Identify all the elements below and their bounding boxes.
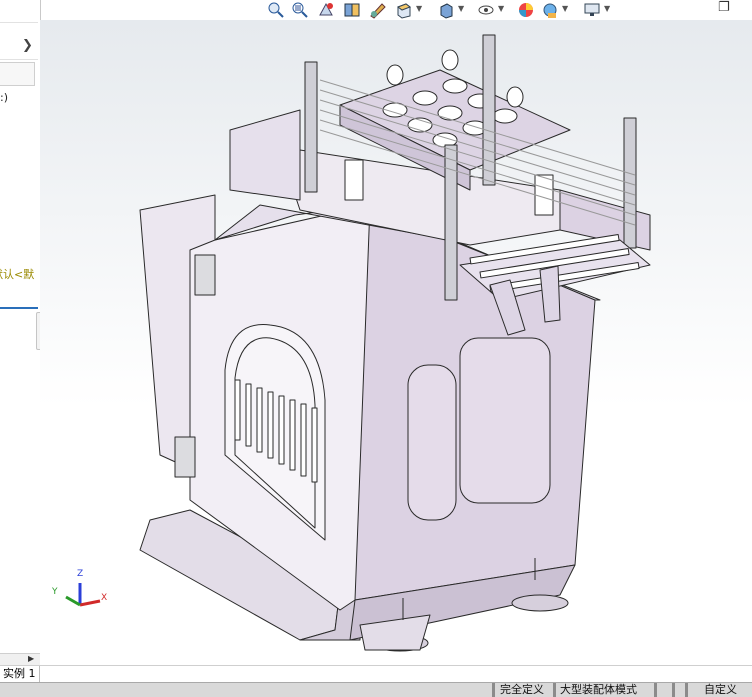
edit-appearance-icon[interactable]	[516, 1, 536, 19]
tab-instance-1[interactable]: 实例 1	[0, 666, 40, 682]
status-large-assembly-mode: 大型装配体模式	[560, 683, 637, 696]
reference-triad: Z X Y	[52, 569, 112, 613]
triad-z-label: Z	[77, 569, 84, 579]
previous-view-icon[interactable]	[316, 1, 336, 19]
fm-selection-divider	[0, 307, 38, 309]
feature-manager-panel: ❯ :) 默认<默 ▶	[0, 0, 41, 666]
hide-show-dropdown-icon[interactable]: ▼	[498, 4, 504, 13]
status-separator	[672, 683, 675, 697]
graphics-area[interactable]: Z X Y	[40, 20, 752, 665]
display-style-icon[interactable]	[436, 1, 456, 19]
fm-collapse-row[interactable]: ❯	[0, 35, 38, 60]
view-orientation-dropdown-icon[interactable]: ▼	[416, 4, 422, 13]
heads-up-view-toolbar: ▼ ▼ ▼ ▼ ▼ ❐	[260, 0, 752, 20]
status-separator	[492, 683, 495, 697]
dynamic-annotation-icon[interactable]	[368, 1, 388, 19]
status-fully-defined: 完全定义	[500, 683, 544, 696]
chevron-right-icon[interactable]: ❯	[22, 38, 33, 53]
fm-filter-field[interactable]	[0, 62, 35, 86]
apply-scene-dropdown-icon[interactable]: ▼	[562, 4, 568, 13]
hide-show-items-icon[interactable]	[476, 1, 496, 19]
fm-header-row	[0, 0, 38, 23]
status-separator	[654, 683, 657, 697]
view-settings-dropdown-icon[interactable]: ▼	[604, 4, 610, 13]
status-separator	[553, 683, 556, 697]
zoom-to-fit-icon[interactable]	[266, 1, 286, 19]
apply-scene-icon[interactable]	[540, 1, 560, 19]
machine-assembly-model	[139, 34, 651, 652]
section-view-icon[interactable]	[342, 1, 362, 19]
display-style-dropdown-icon[interactable]: ▼	[458, 4, 464, 13]
triad-y-label: Y	[52, 587, 58, 597]
bottom-tab-bar: 实例 1	[0, 665, 752, 683]
view-settings-icon[interactable]	[582, 1, 602, 19]
status-bar: 完全定义 大型装配体模式 自定义	[0, 682, 752, 697]
view-orientation-icon[interactable]	[394, 1, 414, 19]
restore-window-icon[interactable]: ❐	[718, 0, 730, 15]
zoom-area-icon[interactable]	[290, 1, 310, 19]
fm-tree-text-partial: :)	[0, 91, 8, 104]
scroll-right-icon[interactable]: ▶	[28, 654, 34, 663]
configuration-label-partial: 默认<默	[0, 268, 35, 281]
status-separator	[685, 683, 688, 697]
status-units-custom[interactable]: 自定义	[704, 683, 737, 697]
triad-x-label: X	[101, 593, 108, 603]
